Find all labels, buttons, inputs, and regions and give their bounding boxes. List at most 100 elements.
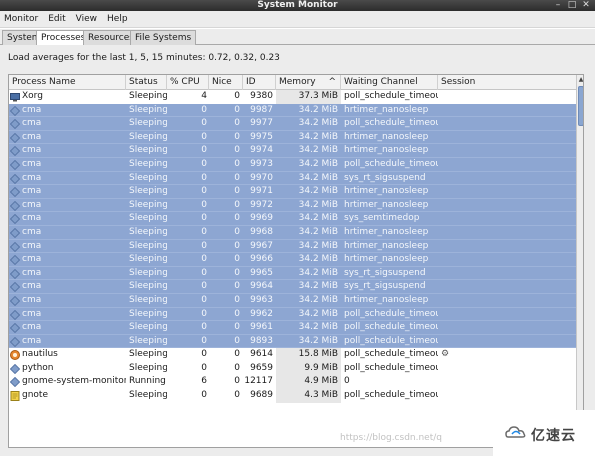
column-status[interactable]: Status	[126, 75, 167, 90]
cell-memory: 34.2 MiB	[298, 267, 338, 278]
cell-status: Sleeping	[129, 226, 167, 237]
cell-memory: 34.2 MiB	[298, 131, 338, 142]
cell-name: cma	[22, 294, 42, 305]
table-row[interactable]: cma Sleeping 0 0 9964 34.2 MiB sys_rt_sigsuspe…	[9, 280, 576, 294]
table-header: Process Name Status % CPU Nice ID Memory…	[9, 75, 576, 90]
table-row[interactable]: Xorg Sleeping 4 0 9380 37.3 MiB poll_schedule_…	[9, 90, 576, 104]
cell-nice: 0	[234, 199, 240, 210]
table-row[interactable]: cma Sleeping 0 0 9893 34.2 MiB poll_schedule_t…	[9, 334, 576, 349]
column-memory-label: Memory	[279, 77, 316, 87]
menu-monitor[interactable]: Monitor	[0, 11, 43, 28]
cell-name: cma	[22, 226, 42, 237]
cell-name: cma	[22, 172, 42, 183]
table-row[interactable]: cma Sleeping 0 0 9972 34.2 MiB hrtimer_nanosle…	[9, 198, 576, 213]
menu-view[interactable]: View	[71, 11, 102, 28]
cell-channel: sys_semtimedop	[344, 213, 420, 224]
cell-channel: hrtimer_nanosleep	[344, 186, 429, 197]
cell-cpu: 0	[201, 349, 207, 360]
table-row[interactable]: cma Sleeping 0 0 9968 34.2 MiB hrtimer_nanosle…	[9, 225, 576, 240]
cell-id: 9975	[250, 131, 273, 142]
column-waiting-channel[interactable]: Waiting Channel	[341, 75, 438, 90]
cma-icon	[10, 200, 20, 211]
cell-status: Sleeping	[129, 390, 167, 401]
cell-status: Sleeping	[129, 104, 167, 115]
cell-status: Sleeping	[129, 186, 167, 197]
table-row[interactable]: cma Sleeping 0 0 9963 34.2 MiB hrtimer_nanosle…	[9, 293, 576, 308]
table-row[interactable]: cma Sleeping 0 0 9967 34.2 MiB hrtimer_nanosle…	[9, 239, 576, 254]
cell-cpu: 0	[201, 294, 207, 305]
cell-id: 9969	[250, 213, 273, 224]
table-row[interactable]: cma Sleeping 0 0 9977 34.2 MiB poll_schedule_t…	[9, 117, 576, 131]
xorg-icon	[10, 93, 20, 102]
cell-nice: 0	[234, 281, 240, 292]
column-session[interactable]: Session	[438, 75, 576, 90]
column-cpu[interactable]: % CPU	[167, 75, 209, 90]
cell-memory: 34.2 MiB	[298, 213, 338, 224]
cell-session	[441, 280, 571, 294]
column-process-name[interactable]: Process Name	[9, 75, 126, 90]
cell-memory: 34.2 MiB	[298, 254, 338, 265]
cell-status: Sleeping	[129, 145, 167, 156]
cell-id: 9893	[250, 335, 273, 346]
table-row[interactable]: nautilus Sleeping 0 0 9614 15.8 MiB poll_sched…	[9, 348, 576, 362]
cell-name: python	[22, 362, 54, 373]
menu-help[interactable]: Help	[102, 11, 133, 28]
table-row[interactable]: cma Sleeping 0 0 9973 34.2 MiB poll_schedule_t…	[9, 157, 576, 172]
close-icon[interactable]: ✕	[580, 0, 592, 11]
table-row[interactable]: cma Sleeping 0 0 9969 34.2 MiB sys_semtimedop	[9, 212, 576, 226]
cell-cpu: 0	[201, 145, 207, 156]
cell-status: Running	[129, 376, 166, 387]
table-row[interactable]: cma Sleeping 0 0 9971 34.2 MiB hrtimer_nanosle…	[9, 185, 576, 199]
cell-session	[441, 389, 571, 403]
table-row[interactable]: cma Sleeping 0 0 9970 34.2 MiB sys_rt_sigsuspe…	[9, 171, 576, 186]
cell-memory: 34.2 MiB	[298, 335, 338, 346]
menu-edit[interactable]: Edit	[43, 11, 70, 28]
cell-nice: 0	[234, 267, 240, 278]
table-row[interactable]: cma Sleeping 0 0 9987 34.2 MiB hrtimer_nanosle…	[9, 103, 576, 118]
table-row[interactable]: cma Sleeping 0 0 9975 34.2 MiB hrtimer_nanosle…	[9, 130, 576, 145]
cell-memory: 34.2 MiB	[298, 294, 338, 305]
cell-channel: poll_schedule_timeout	[344, 118, 438, 129]
cell-cpu: 4	[201, 91, 207, 101]
scroll-up-icon[interactable]: ▲	[577, 75, 583, 85]
cell-channel: poll_schedule_timeout	[344, 349, 438, 360]
cell-id: 12117	[244, 376, 273, 387]
cell-session	[441, 226, 571, 240]
cell-session	[441, 294, 571, 308]
cell-cpu: 0	[201, 390, 207, 401]
table-row[interactable]: cma Sleeping 0 0 9962 34.2 MiB poll_schedule_t…	[9, 307, 576, 322]
minimize-icon[interactable]: –	[552, 0, 564, 11]
cell-name: nautilus	[22, 349, 58, 360]
cma-icon	[10, 295, 20, 306]
cell-memory: 34.2 MiB	[298, 240, 338, 251]
cell-session	[441, 199, 571, 213]
cell-status: Sleeping	[129, 335, 167, 346]
cell-id: 9970	[250, 172, 273, 183]
table-row[interactable]: gnome-system-monitor Running 6 0 12117 4.9 Mi…	[9, 375, 576, 390]
tab-file-systems[interactable]: File Systems	[130, 30, 197, 45]
table-row[interactable]: cma Sleeping 0 0 9974 34.2 MiB hrtimer_nanosle…	[9, 144, 576, 158]
cell-name: cma	[22, 322, 42, 333]
scroll-thumb[interactable]	[578, 86, 583, 126]
cell-cpu: 0	[201, 322, 207, 333]
cell-status: Sleeping	[129, 91, 167, 101]
cell-channel: poll_schedule_timeout	[344, 322, 438, 333]
table-row[interactable]: cma Sleeping 0 0 9965 34.2 MiB sys_rt_sigsuspe…	[9, 266, 576, 281]
cell-channel: hrtimer_nanosleep	[344, 145, 429, 156]
cell-name: cma	[22, 335, 42, 346]
table-row[interactable]: cma Sleeping 0 0 9961 34.2 MiB poll_schedule_t…	[9, 321, 576, 335]
column-nice[interactable]: Nice	[209, 75, 243, 90]
vertical-scrollbar[interactable]: ▲ ▼	[576, 75, 583, 447]
cell-session	[441, 104, 571, 118]
tab-bar: System Processes Resources File Systems	[0, 29, 595, 46]
table-row[interactable]: cma Sleeping 0 0 9966 34.2 MiB hrtimer_nanosle…	[9, 253, 576, 267]
cell-nice: 0	[234, 376, 240, 387]
column-memory[interactable]: Memory ^	[276, 75, 341, 90]
column-id[interactable]: ID	[243, 75, 276, 90]
gnome-system-monitor-icon	[10, 377, 20, 388]
table-row[interactable]: gnote Sleeping 0 0 9689 4.3 MiB poll_schedule_…	[9, 389, 576, 403]
maximize-icon[interactable]: □	[566, 0, 578, 11]
cell-id: 9689	[250, 390, 273, 401]
table-row[interactable]: python Sleeping 0 0 9659 9.9 MiB poll_schedule…	[9, 361, 576, 376]
cell-status: Sleeping	[129, 254, 167, 265]
